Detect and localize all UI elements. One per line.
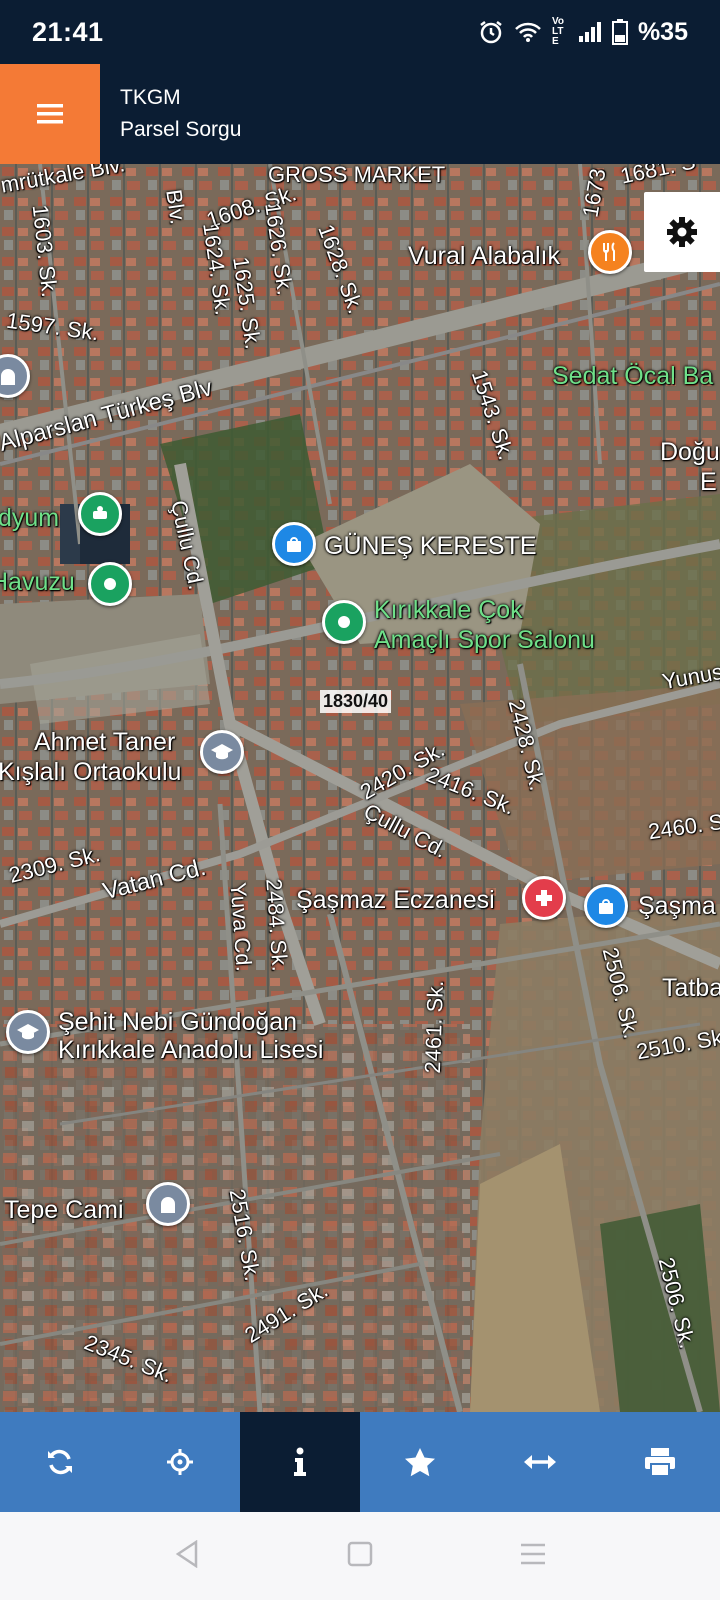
app-title: TKGM <box>120 86 181 109</box>
poi-label: Havuzu <box>0 568 75 596</box>
system-nav-bar <box>0 1512 720 1600</box>
info-button[interactable] <box>240 1412 360 1512</box>
back-icon[interactable] <box>174 1539 200 1573</box>
street-label: 2484. Sk. <box>261 877 293 973</box>
status-time: 21:41 <box>32 16 104 47</box>
locate-button[interactable] <box>120 1412 240 1512</box>
poi-label: Şehit Nebi Gündoğan <box>58 1008 298 1036</box>
menu-button[interactable] <box>0 64 100 164</box>
school-icon[interactable] <box>6 1010 50 1054</box>
poi-label: Tatba <box>662 974 720 1002</box>
street-label: GROSS MARKET <box>268 164 446 187</box>
school-icon[interactable] <box>200 730 244 774</box>
favorite-button[interactable] <box>360 1412 480 1512</box>
poi-label: Amaçlı Spor Salonu <box>374 626 595 654</box>
volte-icon: Vo LTE <box>551 16 564 47</box>
favorite-icon <box>405 1448 435 1477</box>
park-icon[interactable] <box>78 492 122 536</box>
shopping-bag-icon[interactable] <box>272 522 316 566</box>
park-icon[interactable] <box>322 600 366 644</box>
poi-label: Ahmet Taner <box>34 728 176 756</box>
shopping-bag-icon[interactable] <box>584 884 628 928</box>
mosque-icon[interactable] <box>146 1182 190 1226</box>
poi-label: Sedat Öcal Ba <box>552 362 714 390</box>
refresh-button[interactable] <box>0 1412 120 1512</box>
status-bar: 21:41 Vo LTE %35 <box>0 0 720 64</box>
print-icon <box>645 1448 675 1477</box>
locate-icon <box>167 1449 193 1475</box>
park-icon[interactable] <box>88 562 132 606</box>
map-toolbar <box>0 1412 720 1512</box>
poi-label: Kırıkkale Çok <box>374 596 523 624</box>
poi-label: Kırıkkale Anadolu Lisesi <box>58 1036 324 1064</box>
poi-label: Tepe Cami <box>4 1196 124 1224</box>
poi-label: E <box>700 468 717 496</box>
wifi-icon <box>514 21 542 43</box>
settings-button[interactable] <box>644 192 720 272</box>
poi-label: Şaşma <box>638 892 716 920</box>
poi-label: Şaşmaz Eczanesi <box>296 886 495 914</box>
alarm-icon <box>478 19 504 45</box>
parcel-label[interactable]: 1830/40 <box>320 690 392 713</box>
battery-percent: %35 <box>637 17 688 46</box>
poi-label: Kışlalı Ortaokulu <box>0 758 182 786</box>
street-label: 2461. Sk. <box>419 980 449 1074</box>
hamburger-icon <box>37 104 63 124</box>
poi-label: Vural Alabalık <box>408 242 560 270</box>
poi-label: Doğu <box>660 438 720 466</box>
poi-label: dyum <box>0 504 60 532</box>
refresh-icon <box>48 1449 72 1475</box>
home-icon[interactable] <box>347 1541 373 1572</box>
signal-icon <box>578 21 602 43</box>
measure-icon <box>524 1455 556 1469</box>
battery-icon <box>611 19 628 45</box>
measure-button[interactable] <box>480 1412 600 1512</box>
map-view[interactable]: mrütkale Blv. Blv. GROSS MARKET 1673 168… <box>0 164 720 1412</box>
street-label: Yuva Cd. <box>225 881 257 973</box>
street-label: Blv. <box>161 187 191 227</box>
app-subtitle: Parsel Sorgu <box>120 118 242 141</box>
print-button[interactable] <box>600 1412 720 1512</box>
restaurant-icon[interactable] <box>588 230 632 274</box>
recents-icon[interactable] <box>520 1542 546 1571</box>
pharmacy-icon[interactable] <box>522 876 566 920</box>
poi-label: GÜNEŞ KERESTE <box>324 532 537 560</box>
info-icon <box>294 1447 306 1476</box>
app-bar: TKGM Parsel Sorgu <box>0 64 720 164</box>
gear-icon <box>667 217 697 247</box>
